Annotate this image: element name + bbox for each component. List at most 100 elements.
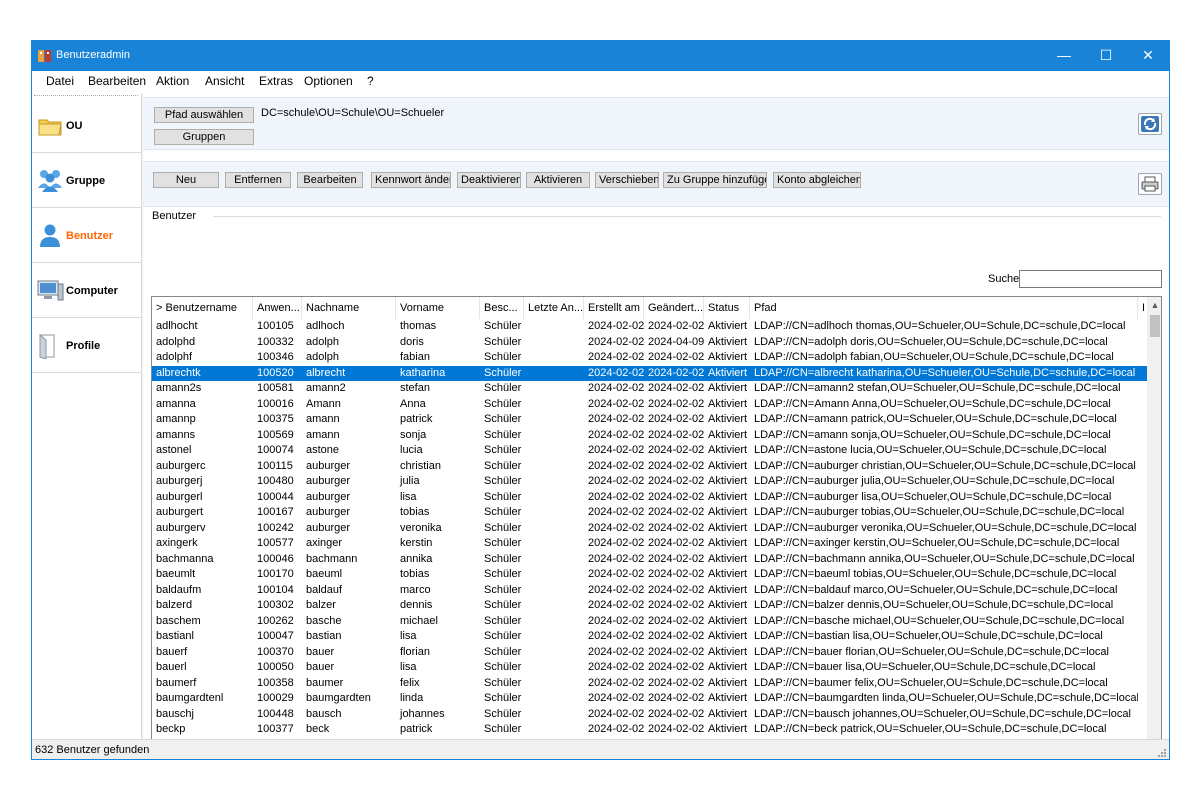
table-row[interactable]: baumgardtenl 100029 baumgardten linda Schüle… <box>152 691 1147 707</box>
table-row[interactable]: baldaufm 100104 baldauf marco Schüler 2024-02… <box>152 583 1147 599</box>
cell-description: Schüler <box>484 320 522 332</box>
menu-ansicht[interactable]: Ansicht <box>203 74 246 88</box>
cell-created: 2024-02-02 <box>588 490 644 503</box>
table-row[interactable]: baeumlt 100170 baeuml tobias Schüler 2024-02-… <box>152 567 1147 583</box>
table-row[interactable]: auburgerl 100044 auburger lisa Schüler 2024-0… <box>152 490 1147 506</box>
cell-created: 2024-02-02 <box>588 692 644 704</box>
cell-username: astonel <box>156 444 192 456</box>
column-header-created[interactable]: Erstellt am <box>584 297 644 319</box>
sidebar-item-benutzer[interactable]: Benutzer <box>32 209 142 263</box>
cell-id: 100170 <box>257 568 294 580</box>
table-row[interactable]: adlhocht 100105 adlhoch thomas Schüler 2024-0… <box>152 319 1147 335</box>
column-header-status[interactable]: Status <box>704 297 750 319</box>
table-row[interactable]: amanna 100016 Amann Anna Schüler 2024-02-02 20… <box>152 397 1147 413</box>
menu-datei[interactable]: Datei <box>44 74 76 88</box>
cell-firstname: kerstin <box>400 537 433 549</box>
column-header-lastname[interactable]: Nachname <box>302 297 396 319</box>
change-password-button[interactable]: Kennwort ändern <box>371 172 451 188</box>
menu-bearbeiten[interactable]: Bearbeiten <box>86 74 148 88</box>
sync-account-button[interactable]: Konto abgleichen <box>773 172 861 188</box>
sidebar-item-ou[interactable]: OU <box>32 99 142 153</box>
cell-firstname: linda <box>400 692 424 704</box>
search-input[interactable] <box>1019 270 1162 288</box>
cell-description: Schüler <box>484 630 522 642</box>
table-row[interactable]: baumerf 100358 baumer felix Schüler 2024-02-0… <box>152 676 1147 692</box>
cell-lastname: Amann <box>306 397 341 410</box>
minimize-button[interactable]: — <box>1041 41 1087 71</box>
cell-description: Schüler <box>484 645 522 658</box>
menu-aktion[interactable]: Aktion <box>154 74 191 88</box>
sidebar-item-computer[interactable]: Computer <box>32 264 142 318</box>
table-row[interactable]: auburgert 100167 auburger tobias Schüler 2024… <box>152 505 1147 521</box>
deactivate-button[interactable]: Deaktivieren <box>457 172 521 188</box>
sidebar-item-gruppe[interactable]: Gruppe <box>32 154 142 208</box>
select-path-button[interactable]: Pfad auswählen <box>154 107 254 123</box>
table-row[interactable]: amannp 100375 amann patrick Schüler 2024-02-0… <box>152 412 1147 428</box>
column-header-firstname[interactable]: Vorname <box>396 297 480 319</box>
table-row[interactable]: albrechtk 100520 albrecht katharina Schüler 2… <box>152 365 1147 381</box>
cell-lastname: amann <box>306 413 340 425</box>
vertical-scrollbar[interactable]: ▲ ▼ <box>1147 297 1161 758</box>
print-button[interactable] <box>1138 173 1162 195</box>
column-header-path[interactable]: Pfad <box>750 297 1138 319</box>
edit-button[interactable]: Bearbeiten <box>297 172 363 188</box>
cell-id: 100044 <box>257 490 294 503</box>
table-row[interactable]: adolphd 100332 adolph doris Schüler 2024-02-0… <box>152 335 1147 351</box>
menu-optionen[interactable]: Optionen <box>302 74 355 88</box>
cell-created: 2024-02-02 <box>588 428 644 441</box>
table-row[interactable]: baschem 100262 basche michael Schüler 2024-02… <box>152 614 1147 630</box>
remove-button[interactable]: Entfernen <box>225 172 291 188</box>
cell-username: baeumlt <box>156 568 196 580</box>
table-row[interactable]: auburgerc 100115 auburger christian Schüler 2… <box>152 459 1147 475</box>
cell-last-login <box>524 474 584 490</box>
table-row[interactable]: amann2s 100581 amann2 stefan Schüler 2024-02-… <box>152 381 1147 397</box>
title-bar[interactable]: Benutzeradmin — ☐ ✕ <box>32 41 1169 71</box>
table-row[interactable]: balzerd 100302 balzer dennis Schüler 2024-02-… <box>152 598 1147 614</box>
printer-icon <box>1141 176 1159 192</box>
cell-status: Aktiviert <box>708 444 748 456</box>
maximize-button[interactable]: ☐ <box>1083 41 1129 71</box>
scroll-up-icon[interactable]: ▲ <box>1147 297 1161 313</box>
sidebar-item-label: Gruppe <box>66 175 106 187</box>
new-button[interactable]: Neu <box>153 172 219 188</box>
table-row[interactable]: bauschj 100448 bausch johannes Schüler 2024-0… <box>152 707 1147 723</box>
cell-path: LDAP://CN=bachmann annika,OU=Schueler,OU… <box>754 552 1135 565</box>
table-row[interactable]: bastianl 100047 bastian lisa Schüler 2024-02-… <box>152 629 1147 645</box>
table-row[interactable]: auburgerv 100242 auburger veronika Schüler 20… <box>152 521 1147 537</box>
table-row[interactable]: beckp 100377 beck patrick Schüler 2024-02-02 2… <box>152 722 1147 738</box>
cell-lastname: auburger <box>306 506 351 518</box>
table-row[interactable]: auburgerj 100480 auburger julia Schüler 2024-… <box>152 474 1147 490</box>
cell-lastname: adolph <box>306 335 340 348</box>
column-header-id[interactable]: Anwen... <box>253 297 302 319</box>
refresh-button[interactable] <box>1138 113 1162 135</box>
table-row[interactable]: astonel 100074 astone lucia Schüler 2024-02-0… <box>152 443 1147 459</box>
add-to-group-button[interactable]: Zu Gruppe hinzufügen <box>663 172 767 188</box>
close-button[interactable]: ✕ <box>1125 41 1169 71</box>
column-header-last-login[interactable]: Letzte An... <box>524 297 584 319</box>
column-header-description[interactable]: Besc... <box>480 297 524 319</box>
cell-created: 2024-02-02 <box>588 397 644 410</box>
table-row[interactable]: bauerf 100370 bauer florian Schüler 2024-02-0… <box>152 645 1147 661</box>
resize-grip-icon[interactable] <box>1157 748 1167 758</box>
table-row[interactable]: adolphf 100346 adolph fabian Schüler 2024-02-… <box>152 350 1147 366</box>
menu-help[interactable]: ? <box>365 74 376 88</box>
cell-modified: 2024-02-02 <box>648 537 704 549</box>
column-header-extra[interactable]: I <box>1138 297 1147 319</box>
cell-created: 2024-02-02 <box>588 413 644 425</box>
menu-extras[interactable]: Extras <box>257 74 295 88</box>
table-row[interactable]: bauerl 100050 bauer lisa Schüler 2024-02-02 20… <box>152 660 1147 676</box>
window-title: Benutzeradmin <box>56 49 130 61</box>
move-button[interactable]: Verschieben <box>595 172 659 188</box>
cell-firstname: tobias <box>400 568 430 580</box>
cell-firstname: Anna <box>400 397 426 410</box>
cell-description: Schüler <box>484 568 522 580</box>
activate-button[interactable]: Aktivieren <box>526 172 590 188</box>
table-row[interactable]: amanns 100569 amann sonja Schüler 2024-02-02 2… <box>152 428 1147 444</box>
vertical-scroll-thumb[interactable] <box>1150 315 1160 337</box>
column-header-username[interactable]: > Benutzername <box>152 297 253 319</box>
table-row[interactable]: axingerk 100577 axinger kerstin Schüler 2024-… <box>152 536 1147 552</box>
groups-button[interactable]: Gruppen <box>154 129 254 145</box>
column-header-modified[interactable]: Geändert... <box>644 297 704 319</box>
table-row[interactable]: bachmanna 100046 bachmann annika Schüler 2024… <box>152 552 1147 568</box>
sidebar-item-profile[interactable]: Profile <box>32 319 142 373</box>
